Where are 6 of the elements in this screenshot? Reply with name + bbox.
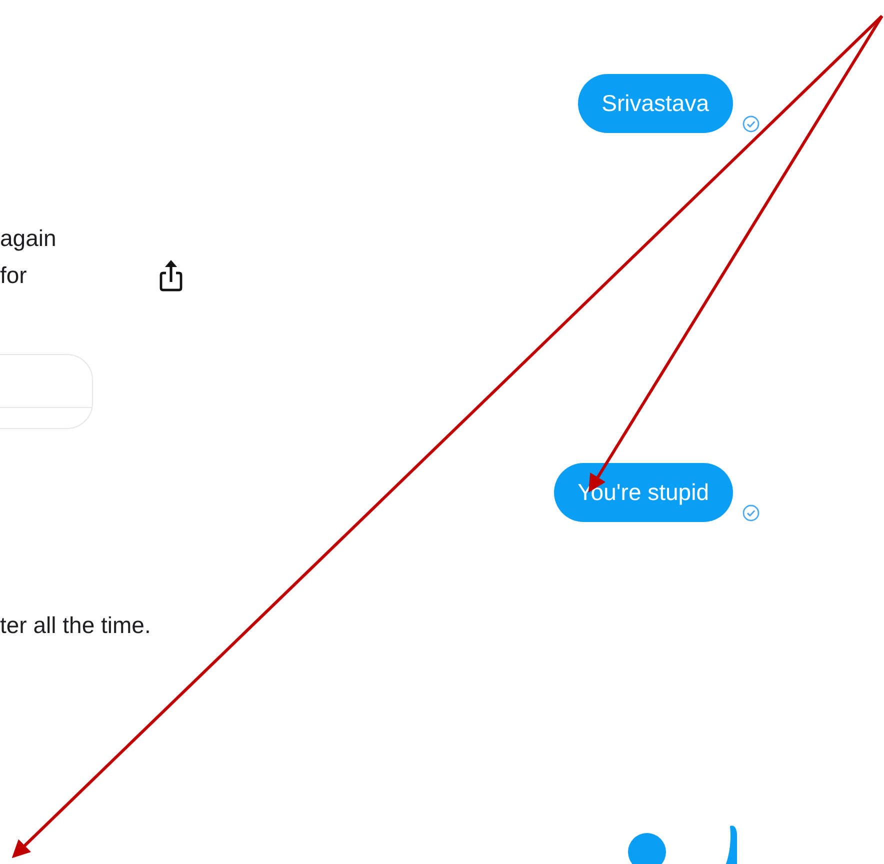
share-icon[interactable] bbox=[158, 258, 184, 292]
message-text: ter all the time. bbox=[0, 611, 152, 640]
message-text: for bbox=[0, 261, 28, 290]
message-bubble: You're stupid bbox=[554, 463, 733, 522]
message-bubble: Srivastava bbox=[578, 74, 733, 133]
message-text: again bbox=[0, 224, 58, 253]
